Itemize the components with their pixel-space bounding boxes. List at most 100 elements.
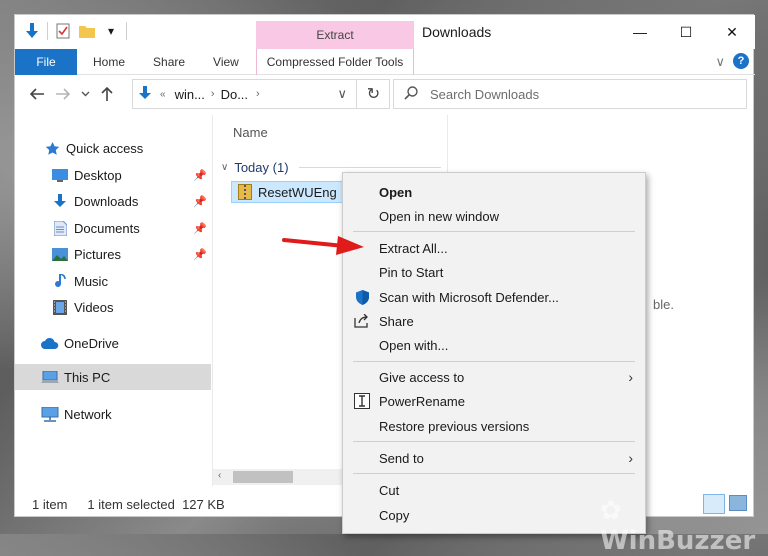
- breadcrumb-overflow[interactable]: «: [160, 89, 166, 100]
- nav-buttons: [25, 82, 119, 106]
- sidebar-item-videos[interactable]: Videos: [15, 294, 211, 320]
- menu-item-send-to[interactable]: Send to ›: [343, 446, 645, 470]
- pane-divider: [212, 115, 213, 486]
- star-icon: [43, 139, 61, 157]
- download-arrow-icon[interactable]: [23, 22, 41, 40]
- column-header-name[interactable]: Name: [233, 125, 268, 140]
- window-title: Downloads: [422, 24, 492, 40]
- cloud-icon: [41, 334, 59, 352]
- pin-icon[interactable]: 📌: [193, 248, 207, 261]
- file-item-resetwueng[interactable]: ResetWUEng: [231, 181, 347, 203]
- winbuzzer-watermark-logo: ✿ WinBuzzer: [600, 496, 756, 556]
- videos-icon: [51, 298, 69, 316]
- scroll-left-icon[interactable]: ‹: [218, 470, 221, 481]
- share-icon: [353, 312, 371, 330]
- pin-icon[interactable]: 📌: [193, 169, 207, 182]
- sidebar-item-label: Network: [64, 406, 112, 422]
- menu-separator: [353, 361, 635, 362]
- search-placeholder[interactable]: Search Downloads: [430, 87, 539, 102]
- menu-item-label: Share: [379, 313, 414, 329]
- documents-icon: [51, 219, 69, 237]
- context-tab-group-header: Extract: [256, 21, 414, 49]
- menu-item-give-access-to[interactable]: Give access to ›: [343, 365, 645, 389]
- menu-item-share[interactable]: Share: [343, 309, 645, 333]
- sidebar-item-label: Pictures: [74, 246, 121, 262]
- help-icon[interactable]: ?: [733, 53, 749, 69]
- qat-customize-icon[interactable]: ▾: [102, 22, 120, 40]
- sidebar-item-this-pc[interactable]: This PC: [15, 364, 211, 390]
- tab-file[interactable]: File: [15, 48, 77, 75]
- address-bar[interactable]: « win... › Do... › ∨: [132, 79, 390, 109]
- up-arrow-icon[interactable]: [95, 82, 119, 106]
- quick-access-toolbar: ▾: [23, 22, 127, 40]
- sidebar-item-label: Desktop: [74, 167, 122, 183]
- menu-item-powerrename[interactable]: PowerRename: [343, 389, 645, 413]
- breadcrumb-chevron-icon: ›: [256, 88, 260, 100]
- sidebar-item-onedrive[interactable]: OneDrive: [15, 330, 211, 356]
- zip-folder-icon: [238, 184, 252, 200]
- sidebar-item-label: Downloads: [74, 193, 139, 209]
- context-menu: Open Open in new window Extract All... P…: [342, 172, 646, 534]
- breadcrumb-win[interactable]: win...: [175, 87, 205, 102]
- properties-icon[interactable]: [54, 22, 72, 40]
- group-label: Today (1): [234, 159, 289, 175]
- menu-item-restore-previous-versions[interactable]: Restore previous versions: [343, 414, 645, 438]
- back-arrow-icon[interactable]: [25, 82, 49, 106]
- recent-locations-icon[interactable]: [77, 82, 93, 106]
- menu-item-pin-to-start[interactable]: Pin to Start: [343, 260, 645, 284]
- ribbon-expand-icon[interactable]: ∨: [715, 54, 725, 70]
- sidebar-item-pictures[interactable]: Pictures 📌: [15, 241, 211, 267]
- close-button[interactable]: ✕: [709, 15, 755, 49]
- submenu-arrow-icon: ›: [628, 369, 633, 385]
- minimize-button[interactable]: —: [617, 15, 663, 49]
- network-icon: [41, 405, 59, 423]
- sidebar-item-music[interactable]: Music: [15, 268, 211, 294]
- sidebar-item-label: Videos: [74, 299, 114, 315]
- pin-icon[interactable]: 📌: [193, 222, 207, 235]
- menu-item-extract-all[interactable]: Extract All...: [343, 236, 645, 260]
- group-divider: [298, 166, 441, 168]
- address-dropdown-icon[interactable]: ∨: [337, 86, 347, 102]
- toolbar-divider: [126, 22, 127, 40]
- download-icon: [51, 192, 69, 210]
- new-folder-icon[interactable]: [78, 22, 96, 40]
- forward-arrow-icon[interactable]: [51, 82, 75, 106]
- menu-item-scan-defender[interactable]: Scan with Microsoft Defender...: [343, 285, 645, 309]
- tab-compressed-folder-tools[interactable]: Compressed Folder Tools: [256, 49, 414, 75]
- scrollbar-thumb[interactable]: [233, 471, 293, 483]
- downloads-location-icon: [139, 85, 151, 103]
- menu-item-open-with[interactable]: Open with...: [343, 333, 645, 357]
- navigation-pane: Quick access Desktop 📌 Downloads 📌 Docum…: [15, 115, 212, 486]
- sidebar-item-label: Music: [74, 273, 108, 289]
- pc-icon: [41, 368, 59, 386]
- menu-item-open-new-window[interactable]: Open in new window: [343, 204, 645, 228]
- submenu-arrow-icon: ›: [628, 450, 633, 466]
- menu-item-open[interactable]: Open: [343, 180, 645, 204]
- pin-icon[interactable]: 📌: [193, 195, 207, 208]
- tab-home[interactable]: Home: [77, 49, 139, 75]
- tab-view[interactable]: View: [199, 49, 253, 75]
- maximize-button[interactable]: ☐: [663, 15, 709, 49]
- menu-item-label: Scan with Microsoft Defender...: [379, 289, 559, 305]
- window-controls: — ☐ ✕: [617, 15, 755, 49]
- tab-share[interactable]: Share: [139, 49, 199, 75]
- refresh-button[interactable]: ↻: [356, 79, 390, 109]
- search-icon: [404, 85, 418, 103]
- sidebar-item-quick-access[interactable]: Quick access: [15, 135, 211, 161]
- menu-item-label: PowerRename: [379, 393, 465, 409]
- details-pane-text: ble.: [653, 297, 674, 312]
- annotation-arrow: [282, 236, 364, 255]
- breadcrumb-downloads[interactable]: Do...: [221, 87, 248, 102]
- sidebar-item-desktop[interactable]: Desktop 📌: [15, 162, 211, 188]
- sidebar-item-network[interactable]: Network: [15, 401, 211, 427]
- defender-shield-icon: [353, 288, 371, 306]
- sidebar-item-downloads[interactable]: Downloads 📌: [15, 188, 211, 214]
- sidebar-item-label: OneDrive: [64, 335, 119, 351]
- collapse-chevron-icon[interactable]: ∨: [221, 162, 228, 173]
- sidebar-item-documents[interactable]: Documents 📌: [15, 215, 211, 241]
- file-name: ResetWUEng: [258, 184, 337, 200]
- search-box[interactable]: Search Downloads: [393, 79, 747, 109]
- status-item-count: 1 item: [32, 496, 68, 512]
- sidebar-item-label: Quick access: [66, 140, 144, 156]
- sidebar-item-label: This PC: [64, 369, 111, 385]
